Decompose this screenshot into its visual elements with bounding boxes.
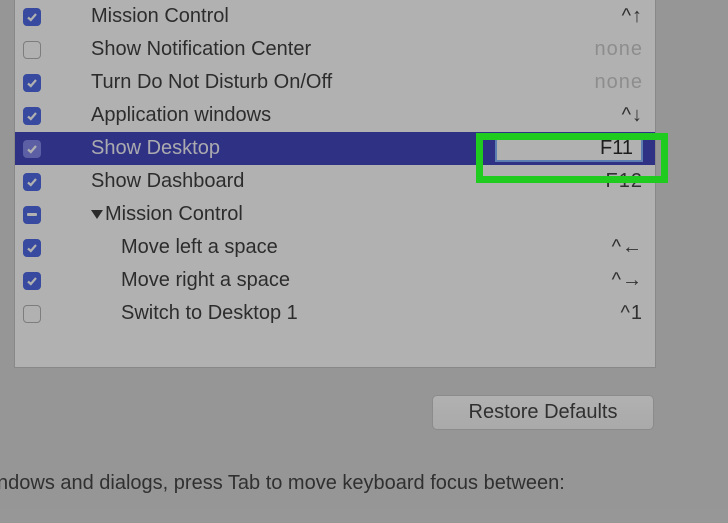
- row-label: Switch to Desktop 1: [121, 302, 298, 325]
- shortcuts-panel: Mission Control ^↑ Show Notification Cen…: [14, 0, 656, 368]
- footer-help-text: ndows and dialogs, press Tab to move key…: [0, 472, 727, 495]
- shortcut-row-dnd[interactable]: Turn Do Not Disturb On/Off none: [15, 66, 655, 99]
- checkbox[interactable]: [23, 74, 41, 92]
- shortcut-key[interactable]: F12: [563, 170, 643, 193]
- checkbox[interactable]: [23, 305, 41, 323]
- row-label: Move right a space: [121, 269, 290, 292]
- shortcut-row-move-right[interactable]: Move right a space ^→: [15, 264, 655, 297]
- checkbox-mixed[interactable]: [23, 206, 41, 224]
- shortcut-key[interactable]: none: [563, 71, 643, 94]
- shortcut-row-app-windows[interactable]: Application windows ^↓: [15, 99, 655, 132]
- shortcut-group-mission-control[interactable]: Mission Control: [15, 198, 655, 231]
- row-label: Show Dashboard: [91, 170, 244, 193]
- row-label: Application windows: [91, 104, 271, 127]
- checkbox[interactable]: [23, 107, 41, 125]
- row-label: Show Desktop: [91, 137, 220, 160]
- shortcut-key[interactable]: ^↓: [563, 104, 643, 127]
- shortcut-row-show-desktop[interactable]: Show Desktop: [15, 132, 655, 165]
- checkbox[interactable]: [23, 239, 41, 257]
- shortcut-input[interactable]: [495, 135, 643, 162]
- checkbox[interactable]: [23, 140, 41, 158]
- row-label: Move left a space: [121, 236, 278, 259]
- checkbox[interactable]: [23, 272, 41, 290]
- checkbox[interactable]: [23, 173, 41, 191]
- shortcut-row-show-dashboard[interactable]: Show Dashboard F12: [15, 165, 655, 198]
- shortcut-key[interactable]: ^←: [563, 236, 643, 259]
- shortcut-key[interactable]: ^→: [563, 269, 643, 292]
- row-label: Show Notification Center: [91, 38, 311, 61]
- row-label: Mission Control: [91, 5, 229, 28]
- group-label: Mission Control: [105, 203, 243, 226]
- shortcut-row-switch-desktop-1[interactable]: Switch to Desktop 1 ^1: [15, 297, 655, 330]
- shortcut-row-mission-control[interactable]: Mission Control ^↑: [15, 0, 655, 33]
- shortcut-key[interactable]: ^↑: [563, 5, 643, 28]
- shortcut-row-notification-center[interactable]: Show Notification Center none: [15, 33, 655, 66]
- disclosure-triangle-icon[interactable]: [91, 210, 103, 219]
- shortcut-key[interactable]: none: [563, 38, 643, 61]
- row-label: Turn Do Not Disturb On/Off: [91, 71, 332, 94]
- shortcut-key[interactable]: ^1: [563, 302, 643, 325]
- checkbox[interactable]: [23, 41, 41, 59]
- shortcut-row-move-left[interactable]: Move left a space ^←: [15, 231, 655, 264]
- restore-defaults-button[interactable]: Restore Defaults: [432, 395, 654, 430]
- checkbox[interactable]: [23, 8, 41, 26]
